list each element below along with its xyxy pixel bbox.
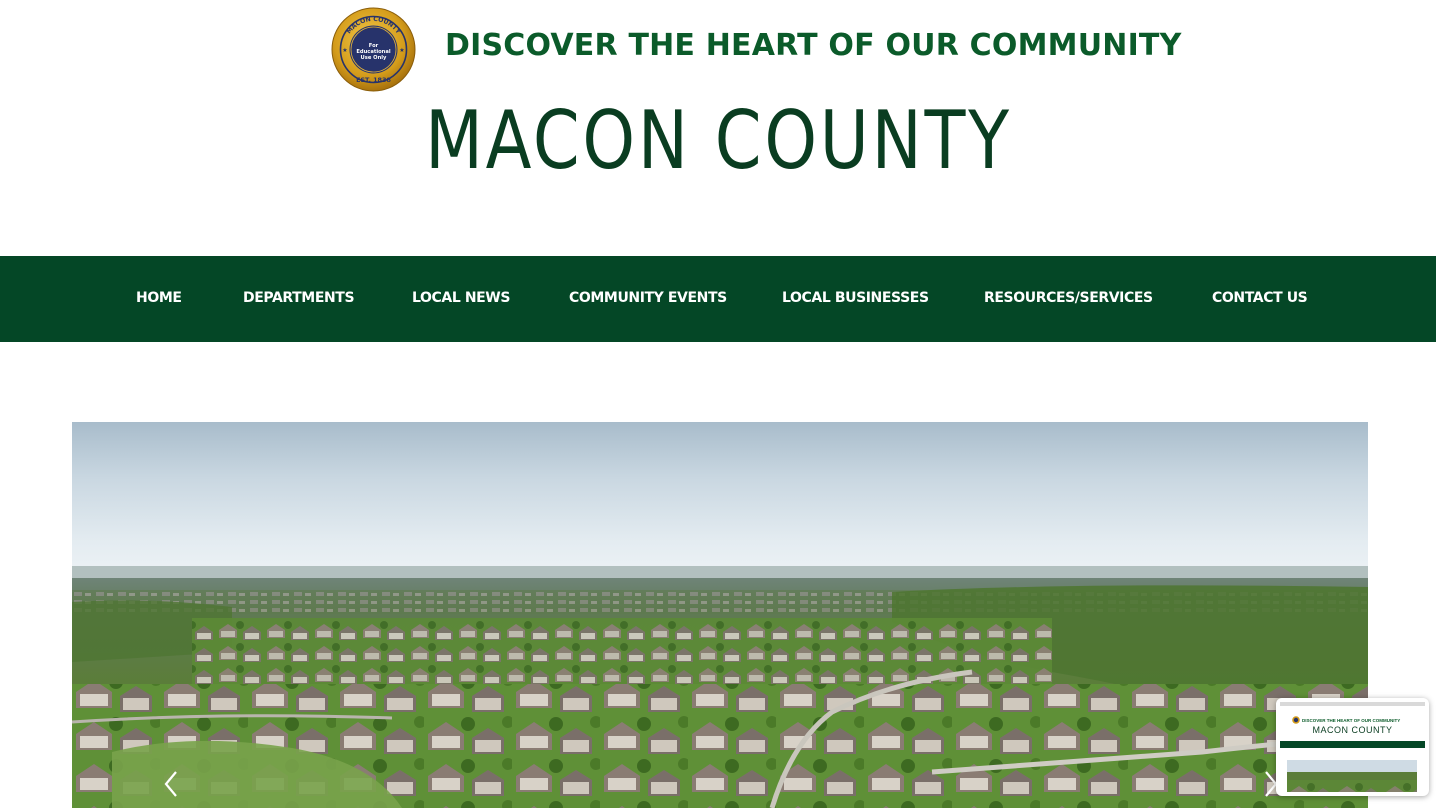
thumbnail-seal-icon	[1292, 716, 1300, 724]
hero-aerial-photo	[72, 422, 1368, 808]
page-preview-thumbnail[interactable]: DISCOVER THE HEART OF OUR COMMUNITY MACO…	[1276, 698, 1429, 796]
thumbnail-tagline: DISCOVER THE HEART OF OUR COMMUNITY	[1302, 718, 1401, 723]
svg-text:★: ★	[342, 47, 347, 54]
site-tagline: DISCOVER THE HEART OF OUR COMMUNITY	[445, 28, 1182, 63]
site-title[interactable]: MACON COUNTY	[0, 96, 1436, 186]
site-title-text: MACON COUNTY	[424, 94, 1012, 187]
chevron-left-icon	[164, 771, 177, 797]
main-navigation: HOME DEPARTMENTS LOCAL NEWS COMMUNITY EV…	[0, 256, 1436, 342]
nav-item-local-news[interactable]: LOCAL NEWS	[412, 289, 510, 307]
nav-item-resources-services[interactable]: RESOURCES/SERVICES	[984, 289, 1153, 307]
seal-bottom-text: EST. 1838	[356, 76, 391, 84]
thumbnail-address-bar	[1280, 702, 1425, 706]
nav-item-local-businesses[interactable]: LOCAL BUSINESSES	[782, 289, 929, 307]
nav-item-contact-us[interactable]: CONTACT US	[1212, 289, 1308, 307]
slider-prev-button[interactable]	[160, 764, 184, 804]
nav-item-home[interactable]: HOME	[136, 289, 182, 307]
thumbnail-hero-photo	[1287, 760, 1417, 792]
nav-item-community-events[interactable]: COMMUNITY EVENTS	[569, 289, 727, 307]
page: MACON COUNTY For Educational Use Only ES…	[0, 0, 1436, 808]
thumbnail-nav-bar	[1280, 741, 1425, 748]
hero-slider[interactable]	[72, 422, 1368, 808]
svg-text:Use Only: Use Only	[361, 55, 388, 61]
thumbnail-title: MACON COUNTY	[1312, 725, 1393, 735]
nav-item-departments[interactable]: DEPARTMENTS	[243, 289, 355, 307]
svg-text:★: ★	[399, 47, 404, 54]
county-seal-logo[interactable]: MACON COUNTY For Educational Use Only ES…	[331, 7, 416, 92]
thumbnail-canvas: DISCOVER THE HEART OF OUR COMMUNITY MACO…	[1280, 702, 1425, 792]
